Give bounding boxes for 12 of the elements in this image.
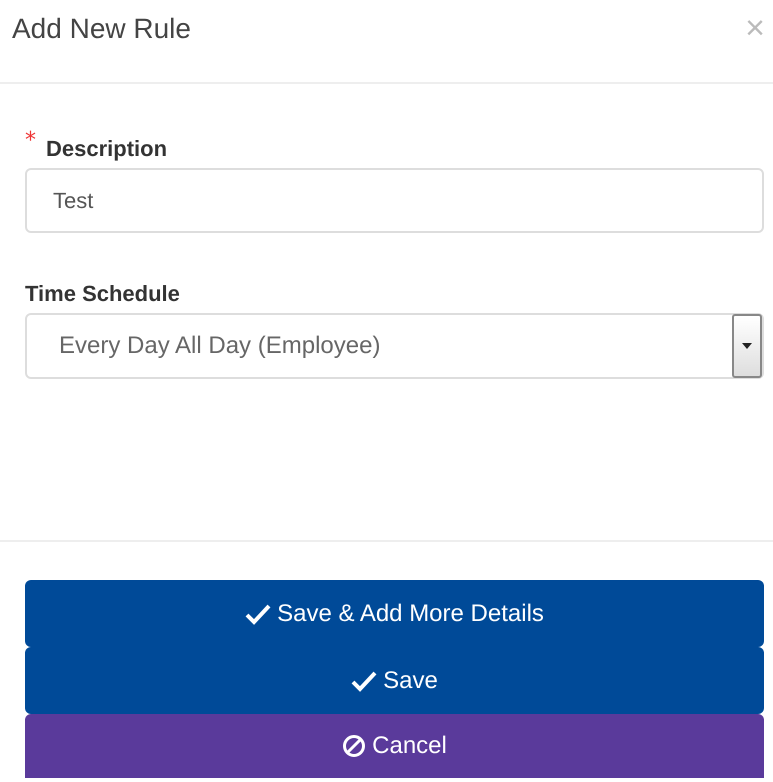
field-label: Description <box>46 136 168 162</box>
description-field[interactable]: Test <box>25 168 764 233</box>
save-button[interactable]: Save <box>25 647 764 714</box>
save-button[interactable]: Save & Add More Details <box>25 580 764 647</box>
schedule-dropdown[interactable]: Every Day All Day (Employee) <box>25 313 764 379</box>
required-mark: * <box>25 130 36 152</box>
cancel-icon <box>342 734 366 758</box>
field-label: Time Schedule <box>25 281 180 307</box>
dialog-title: Add New Rule <box>12 13 191 45</box>
check-icon <box>245 602 272 624</box>
cancel-button[interactable]: Cancel <box>25 714 764 778</box>
check-icon <box>351 670 378 692</box>
